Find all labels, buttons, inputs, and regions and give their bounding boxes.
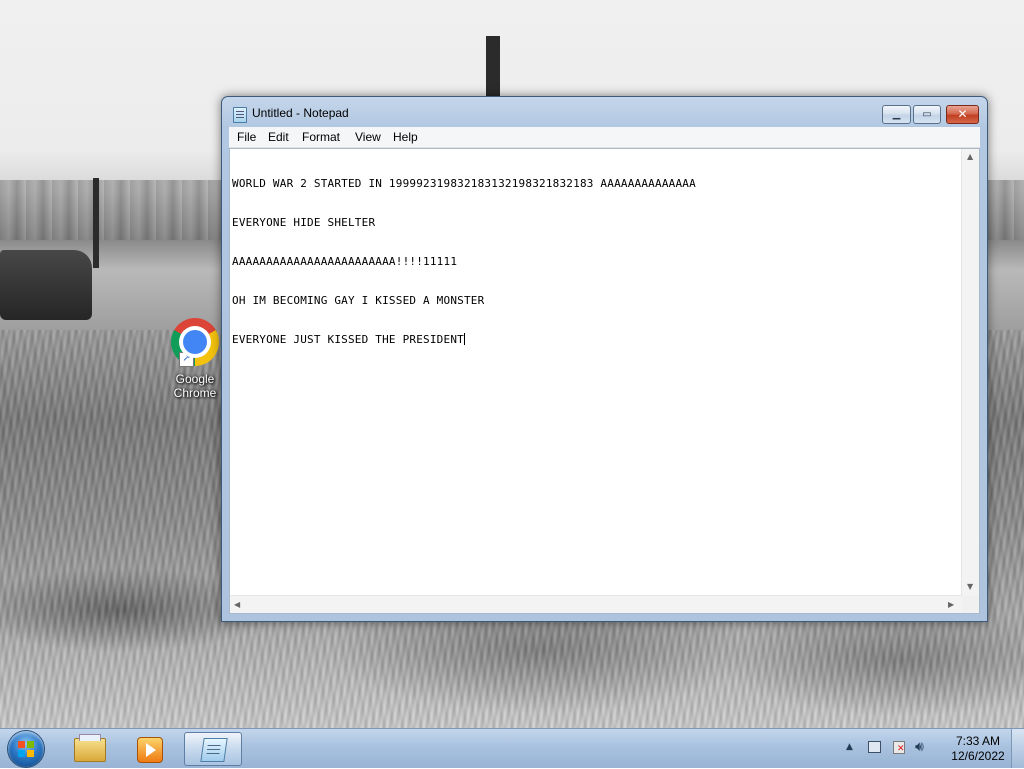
taskbar: ▲ 🔊︎ 7:33 AM 12/6/2022 (0, 728, 1024, 768)
windows-logo-icon (8, 731, 44, 767)
text-line-content: EVERYONE JUST KISSED THE PRESIDENT (232, 333, 464, 346)
scroll-right-arrow-icon[interactable]: ▶ (948, 600, 954, 610)
system-tray: ▲ 🔊︎ 7:33 AM 12/6/2022 (840, 729, 1024, 769)
menu-format[interactable]: Format (302, 129, 340, 145)
text-area[interactable]: WORLD WAR 2 STARTED IN 19999231983218313… (232, 151, 960, 595)
shortcut-arrow-icon: ↗ (179, 352, 194, 367)
clock-date: 12/6/2022 (951, 749, 1005, 763)
text-line: WORLD WAR 2 STARTED IN 19999231983218313… (232, 177, 696, 190)
chrome-icon: ↗ (171, 318, 219, 367)
scroll-left-arrow-icon[interactable]: ◀ (234, 600, 240, 610)
shortcut-label: Google Chrome (173, 372, 217, 400)
minimize-icon: ▁ (892, 109, 901, 120)
chevron-up-icon[interactable]: ▲ (846, 742, 853, 752)
window-title: Untitled - Notepad (252, 106, 349, 120)
wallpaper-pole (93, 178, 99, 268)
text-line: OH IM BECOMING GAY I KISSED A MONSTER (232, 294, 485, 307)
show-desktop-button[interactable] (1011, 729, 1024, 768)
menu-file[interactable]: File (237, 129, 256, 145)
notepad-window[interactable]: Untitled - Notepad ▁ ▭ ✕ File Edit Forma… (221, 96, 988, 622)
wallpaper-tank (0, 250, 92, 320)
close-icon: ✕ (957, 107, 968, 121)
network-icon[interactable] (868, 741, 881, 753)
notepad-icon[interactable] (233, 107, 247, 123)
vertical-scrollbar[interactable]: ▲ ▼ (961, 149, 979, 596)
menu-view[interactable]: View (355, 129, 381, 145)
text-editor[interactable]: WORLD WAR 2 STARTED IN 19999231983218313… (229, 148, 980, 614)
start-button[interactable] (6, 730, 46, 768)
clock[interactable]: 7:33 AM 12/6/2022 (945, 734, 1011, 764)
maximize-button[interactable]: ▭ (913, 105, 941, 124)
text-line: AAAAAAAAAAAAAAAAAAAAAAAA!!!!11111 (232, 255, 458, 268)
scroll-down-arrow-icon[interactable]: ▼ (967, 582, 973, 592)
media-player-icon (137, 737, 163, 763)
menu-bar: File Edit Format View Help (229, 127, 980, 148)
title-bar[interactable]: Untitled - Notepad ▁ ▭ ✕ (222, 97, 987, 127)
horizontal-scrollbar[interactable]: ◀ ▶ (230, 595, 962, 613)
taskbar-notepad[interactable] (184, 732, 242, 766)
taskbar-windows-explorer[interactable] (60, 732, 116, 766)
clock-time: 7:33 AM (955, 734, 1001, 748)
maximize-icon: ▭ (922, 109, 932, 120)
minimize-button[interactable]: ▁ (882, 105, 911, 124)
action-center-flag-icon[interactable] (893, 741, 905, 754)
size-grip[interactable] (962, 596, 979, 613)
taskbar-media-player[interactable] (122, 732, 178, 766)
desktop-shortcut-google-chrome[interactable]: ↗ Google Chrome (164, 316, 226, 406)
close-button[interactable]: ✕ (946, 105, 979, 124)
menu-help[interactable]: Help (393, 129, 418, 145)
speaker-icon[interactable]: 🔊︎ (915, 739, 924, 755)
notepad-icon (200, 738, 228, 762)
scroll-up-arrow-icon[interactable]: ▲ (967, 152, 973, 162)
text-line-last: EVERYONE JUST KISSED THE PRESIDENT (232, 333, 960, 346)
wallpaper-pole (486, 36, 500, 100)
folder-icon (74, 734, 106, 762)
menu-edit[interactable]: Edit (268, 129, 289, 145)
text-caret (463, 333, 465, 345)
text-line: EVERYONE HIDE SHELTER (232, 216, 376, 229)
